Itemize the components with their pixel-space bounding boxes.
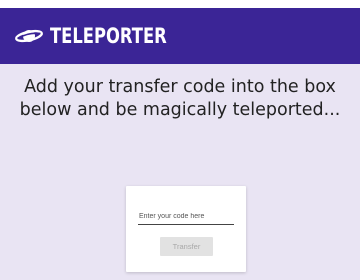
app-header: TELEPORTER <box>0 8 360 64</box>
transfer-code-input[interactable] <box>138 209 234 225</box>
brand-title: TELEPORTER <box>50 24 167 48</box>
transfer-button[interactable]: Transfer <box>160 237 213 256</box>
main-content: Add your transfer code into the box belo… <box>0 64 360 280</box>
transfer-card: Transfer <box>126 186 246 272</box>
teleporter-page: TELEPORTER Add your transfer code into t… <box>0 0 360 280</box>
instructions-text: Add your transfer code into the box belo… <box>0 76 360 122</box>
instructions-line-1: Add your transfer code into the box <box>24 77 336 97</box>
top-strip <box>0 0 360 8</box>
instructions-line-2: below and be magically teleported... <box>19 100 341 120</box>
planet-icon <box>14 26 44 46</box>
